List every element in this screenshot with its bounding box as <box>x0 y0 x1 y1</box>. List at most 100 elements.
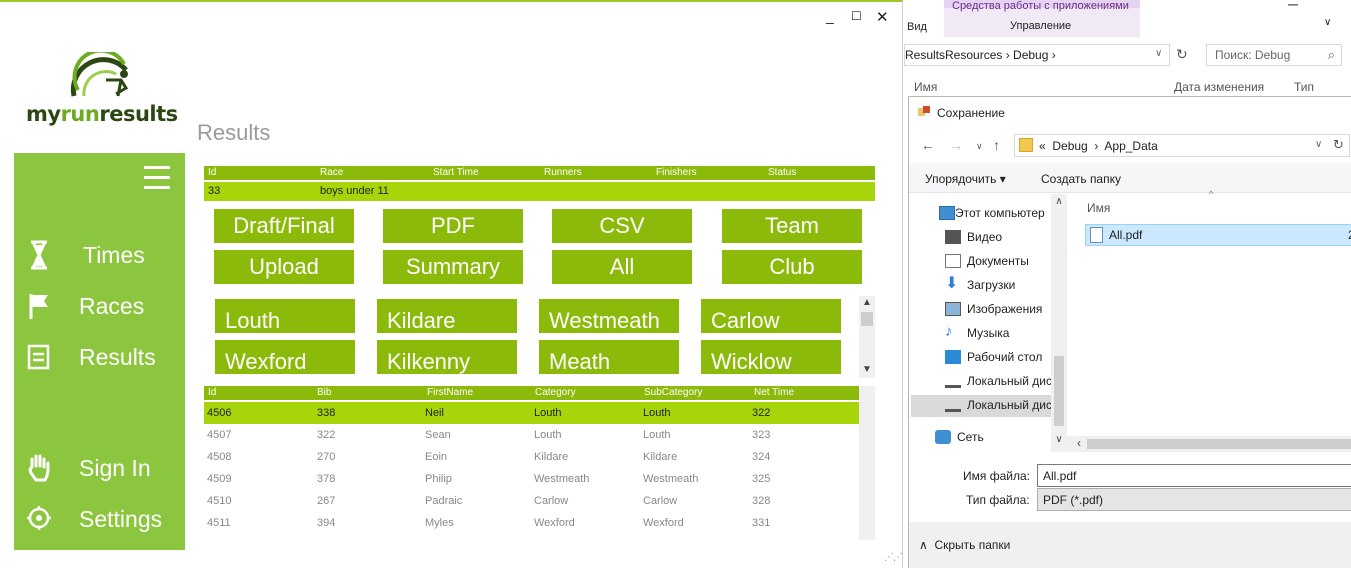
scroll-thumb[interactable] <box>1087 439 1351 449</box>
recent-locations-icon[interactable]: ∨ <box>976 141 983 152</box>
county-button-kilkenny[interactable]: Kilkenny <box>377 340 517 374</box>
pdf-button[interactable]: PDF <box>383 209 523 243</box>
scroll-down-icon[interactable]: ∨ <box>1052 434 1066 445</box>
resize-grip-icon[interactable]: ⋰⋰ <box>884 552 903 563</box>
column-header[interactable]: Race <box>320 167 343 178</box>
column-header-type[interactable]: Тип <box>1294 80 1314 94</box>
table-row[interactable]: 33 boys under 11 <box>204 182 875 201</box>
scroll-up-icon[interactable]: ∧ <box>1052 196 1066 207</box>
column-header[interactable]: SubCategory <box>644 387 702 398</box>
sidebar-item-settings[interactable]: Settings <box>14 500 185 540</box>
column-header[interactable]: Start Time <box>433 167 479 178</box>
column-header[interactable]: FirstName <box>427 387 473 398</box>
chevron-down-icon[interactable]: ∨ <box>1315 139 1322 150</box>
breadcrumb[interactable]: « Debug › App_Data <box>1039 139 1158 153</box>
cell-category: Wexford <box>534 517 575 529</box>
tree-scrollbar[interactable]: ∧ ∨ <box>1051 194 1067 452</box>
organize-button[interactable]: Упорядочить ▾ <box>925 172 1006 186</box>
table-row[interactable]: 4508 270 Eoin Kildare Kildare 324 <box>204 446 859 468</box>
club-button[interactable]: Club <box>722 250 862 284</box>
refresh-icon[interactable]: ↻ <box>1333 137 1344 153</box>
scroll-thumb[interactable] <box>1054 356 1064 426</box>
file-hscrollbar[interactable]: ‹ <box>1067 436 1351 452</box>
network-icon <box>935 430 951 444</box>
sidebar-item-results[interactable]: Results <box>14 338 185 378</box>
maximize-icon[interactable]: ☐ <box>851 9 862 23</box>
column-header[interactable]: Category <box>535 387 576 398</box>
breadcrumb[interactable]: ResultsResources › Debug › <box>905 48 1056 62</box>
column-header[interactable]: Bib <box>317 387 331 398</box>
all-button[interactable]: All <box>552 250 692 284</box>
column-header[interactable]: Finishers <box>656 167 697 178</box>
scroll-thumb[interactable] <box>861 312 873 326</box>
cell-subcategory: Kildare <box>643 451 678 463</box>
close-icon[interactable]: ✕ <box>876 8 889 26</box>
county-button-meath[interactable]: Meath <box>539 340 679 374</box>
table-row[interactable]: 4510 267 Padraic Carlow Carlow 328 <box>204 490 859 512</box>
tab-view[interactable]: Вид <box>907 21 927 33</box>
column-header-name[interactable]: Имя <box>914 80 937 94</box>
draft-final-button[interactable]: Draft/Final <box>214 209 354 243</box>
tree-label: Документы <box>967 254 1029 268</box>
cell-id: 4511 <box>207 517 231 529</box>
explorer-address-bar[interactable]: ResultsResources › Debug › ∨ <box>904 44 1170 66</box>
refresh-icon[interactable]: ↻ <box>1176 46 1188 63</box>
dialog-address-bar[interactable]: « Debug › App_Data ∨ ↻ <box>1014 134 1350 157</box>
scroll-up-icon[interactable]: ▲ <box>860 297 874 308</box>
filename-input[interactable]: All.pdf <box>1037 464 1351 487</box>
column-header[interactable]: Status <box>768 167 796 178</box>
county-button-kildare[interactable]: Kildare <box>377 299 517 333</box>
county-button-westmeath[interactable]: Westmeath <box>539 299 679 333</box>
hamburger-menu-icon[interactable] <box>144 166 170 190</box>
table-row[interactable]: 4506 338 Neil Louth Louth 322 <box>204 402 859 424</box>
column-header[interactable]: Id <box>208 167 216 178</box>
ribbon-expand-icon[interactable]: ∨ <box>1324 17 1331 28</box>
music-icon: ♪ <box>945 323 953 340</box>
county-button-wicklow[interactable]: Wicklow <box>701 340 841 374</box>
sidebar-item-times[interactable]: Times <box>14 236 185 276</box>
csv-button[interactable]: CSV <box>552 209 692 243</box>
search-input[interactable]: Поиск: Debug ⌕ <box>1206 44 1342 66</box>
chevron-down-icon[interactable]: ∨ <box>1155 48 1162 59</box>
column-header-name[interactable]: Имя <box>1087 201 1110 215</box>
back-icon[interactable]: ← <box>921 137 935 153</box>
sidebar-item-label: Results <box>79 344 156 370</box>
forward-icon[interactable]: → <box>949 137 963 153</box>
column-header[interactable]: Runners <box>544 167 582 178</box>
column-header[interactable]: Net Time <box>754 387 794 398</box>
county-button-carlow[interactable]: Carlow <box>701 299 841 333</box>
cell-firstname: Sean <box>425 429 451 441</box>
tree-item-local-disk-selected[interactable]: Локальный дис <box>911 395 1052 417</box>
tab-manage[interactable]: Управление <box>1010 20 1071 32</box>
up-icon[interactable]: ↑ <box>993 137 1000 153</box>
county-scrollbar[interactable]: ▲ ▼ <box>859 296 875 378</box>
cell-net-time: 323 <box>752 429 771 441</box>
county-button-wexford[interactable]: Wexford <box>215 340 355 374</box>
column-header-date[interactable]: Дата изменения <box>1174 80 1264 94</box>
tree-label: Локальный дис <box>967 374 1052 388</box>
sidebar-item-races[interactable]: Races <box>14 287 185 327</box>
summary-button[interactable]: Summary <box>383 250 523 284</box>
list-icon <box>27 344 50 370</box>
sidebar-item-sign-in[interactable]: Sign In <box>14 449 185 489</box>
filename-label: Имя файла: <box>963 469 1030 483</box>
brand-logo: myrunresults <box>26 102 178 126</box>
new-folder-button[interactable]: Создать папку <box>1041 172 1121 186</box>
file-item-all-pdf[interactable]: All.pdf 2 <box>1085 224 1351 246</box>
filetype-select[interactable]: PDF (*.pdf) <box>1037 488 1351 511</box>
upload-button[interactable]: Upload <box>214 250 354 284</box>
county-button-louth[interactable]: Louth <box>215 299 355 333</box>
sort-indicator-icon: ^ <box>1209 189 1214 199</box>
hide-folders-button[interactable]: ∧ Скрыть папки <box>919 538 1010 552</box>
scroll-left-icon[interactable]: ‹ <box>1077 436 1081 450</box>
team-button[interactable]: Team <box>722 209 862 243</box>
results-scrollbar[interactable] <box>859 386 875 540</box>
table-row[interactable]: 4509 378 Philip Westmeath Westmeath 325 <box>204 468 859 490</box>
scroll-down-icon[interactable]: ▼ <box>860 364 874 375</box>
cell-firstname: Myles <box>425 517 454 529</box>
table-row[interactable]: 4511 394 Myles Wexford Wexford 331 <box>204 512 859 534</box>
table-row[interactable]: 4507 322 Sean Louth Louth 323 <box>204 424 859 446</box>
column-header[interactable]: Id <box>208 387 216 398</box>
minimize-icon[interactable]: _ <box>826 8 834 24</box>
minimize-icon[interactable]: ─ <box>1288 0 1298 12</box>
